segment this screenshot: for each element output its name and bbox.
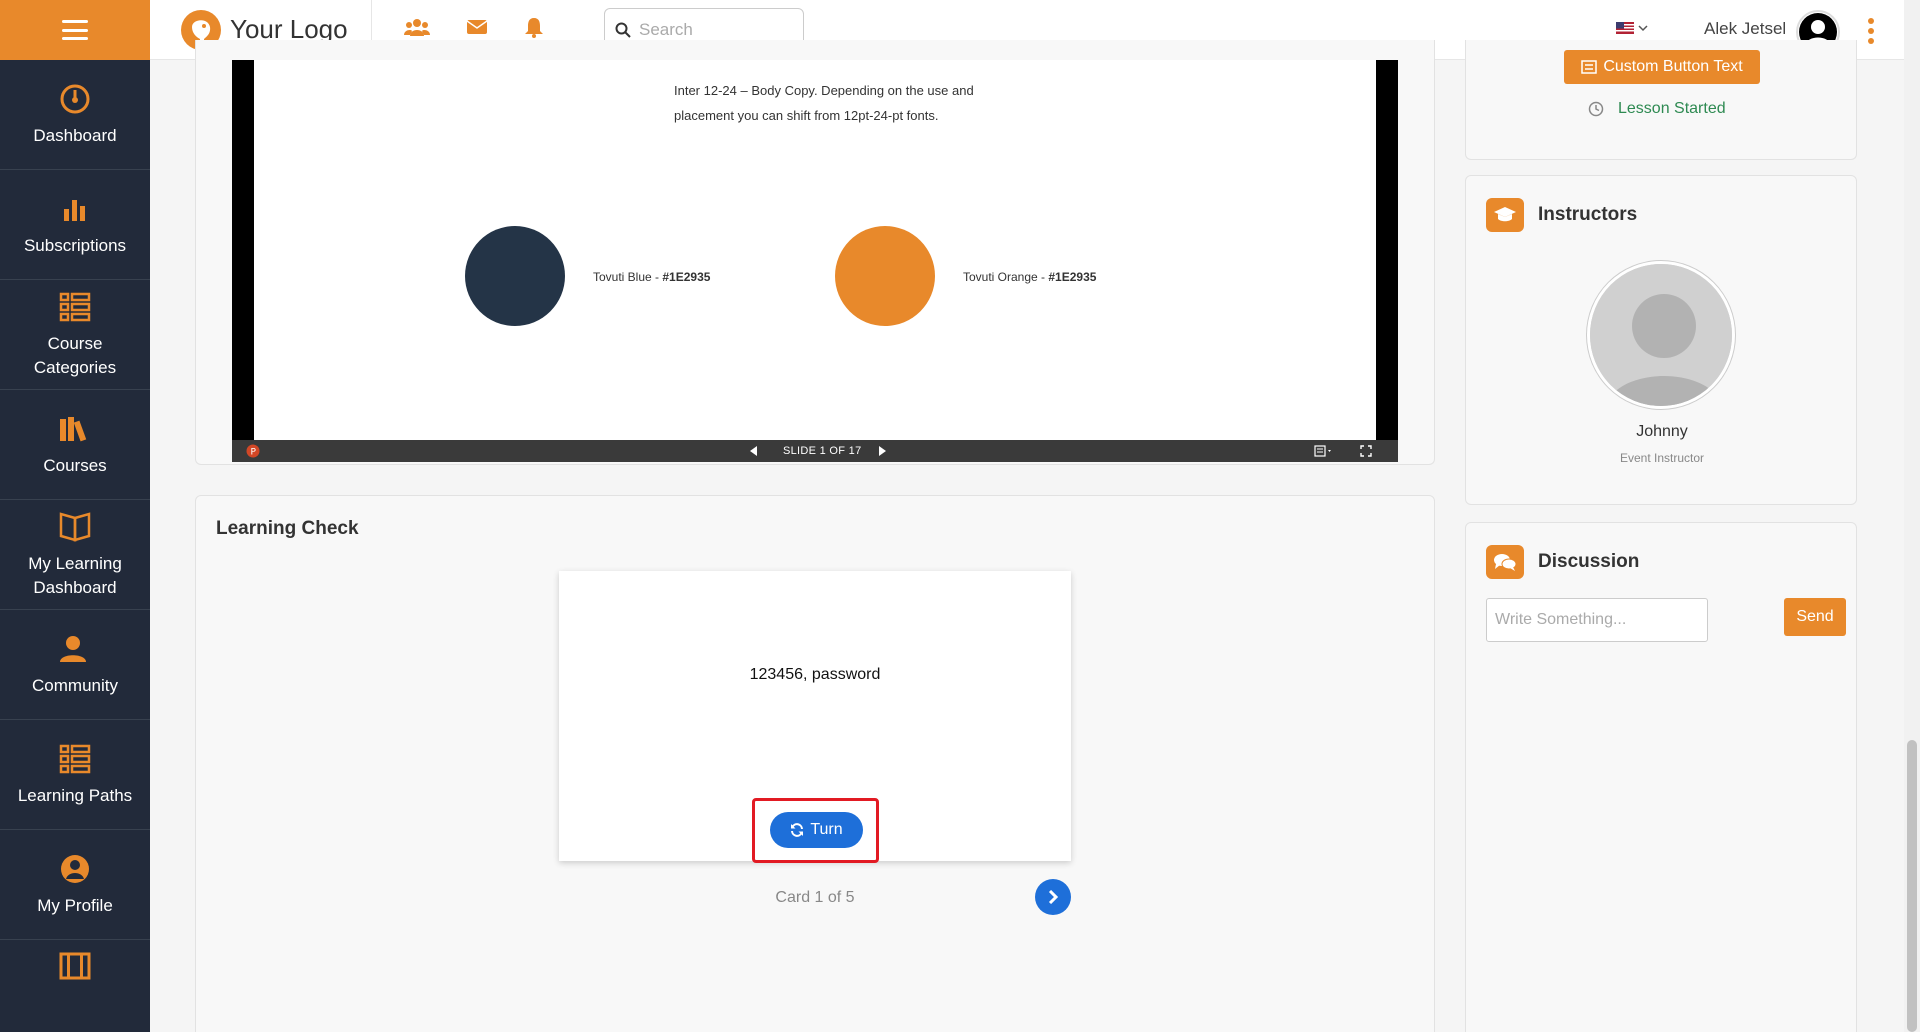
custom-button-label: Custom Button Text: [1603, 58, 1743, 75]
open-book-icon: [58, 510, 92, 544]
instructors-title: Instructors: [1538, 204, 1638, 225]
discussion-title: Discussion: [1538, 551, 1640, 572]
us-flag-icon: [1616, 22, 1634, 34]
send-button[interactable]: Send: [1784, 598, 1846, 636]
swatch-label-blue: Tovuti Blue - #1E2935: [593, 270, 711, 284]
refresh-icon: [791, 823, 804, 837]
sidebar-item-label: My Learning Dashboard: [28, 553, 122, 597]
sidebar-item-label: Dashboard: [33, 125, 117, 145]
menu-toggle-button[interactable]: [0, 0, 150, 60]
envelope-icon[interactable]: [466, 18, 488, 41]
chevron-down-icon: [1638, 25, 1648, 32]
lesson-status-text: Lesson Started: [1618, 100, 1726, 117]
sidebar-item-label: Community: [32, 675, 118, 695]
flashcard[interactable]: 123456, password Turn: [559, 571, 1071, 863]
sidebar-item-community[interactable]: Community: [0, 610, 150, 720]
user-name[interactable]: Alek Jetsel: [1704, 19, 1786, 39]
user-icon: [58, 852, 92, 886]
sidebar-item-courses[interactable]: Courses: [0, 390, 150, 500]
sidebar-item-learning-paths[interactable]: Learning Paths: [0, 720, 150, 830]
notes-menu-icon[interactable]: [1314, 445, 1334, 457]
discussion-panel: Discussion Send: [1465, 522, 1857, 1032]
books-icon: [58, 412, 92, 446]
powerpoint-icon: P: [246, 444, 260, 458]
fullscreen-icon[interactable]: [1360, 445, 1372, 457]
graduation-cap-icon: [1486, 198, 1524, 232]
slide-body-text: Inter 12-24 – Body Copy. Depending on th…: [674, 83, 974, 123]
instructor-name[interactable]: Johnny: [1466, 423, 1858, 441]
sidebar-item-label: Subscriptions: [23, 235, 127, 255]
page-scrollbar[interactable]: [1904, 0, 1920, 1032]
list-icon: [1581, 60, 1598, 74]
search-icon: [615, 22, 631, 38]
turn-button-label: Turn: [810, 821, 843, 838]
next-slide-icon[interactable]: [878, 446, 886, 456]
discussion-input[interactable]: [1486, 598, 1708, 642]
slide-counter: SLIDE 1 OF 17: [783, 445, 862, 457]
scrollbar-thumb[interactable]: [1907, 740, 1917, 1032]
sidebar-item-label: Course Categories: [33, 333, 117, 377]
hamburger-icon: [62, 20, 88, 40]
chevron-right-icon: [1048, 890, 1059, 904]
sidebar-item-my-learning-dashboard[interactable]: My Learning Dashboard: [0, 500, 150, 610]
custom-button[interactable]: Custom Button Text: [1564, 50, 1760, 84]
sidebar-item-label: Courses: [43, 455, 107, 475]
users-icon[interactable]: [404, 17, 430, 42]
chat-bubbles-icon: [1486, 545, 1524, 579]
swatch-orange: [835, 226, 935, 326]
swatch-blue: [465, 226, 565, 326]
sidebar-item-more[interactable]: [0, 940, 150, 980]
lesson-status: Lesson Started: [1588, 100, 1726, 118]
sidebar-item-my-profile[interactable]: My Profile: [0, 830, 150, 940]
learning-check-title: Learning Check: [216, 518, 359, 539]
sidebar-item-subscriptions[interactable]: Subscriptions: [0, 170, 150, 280]
instructor-role: Event Instructor: [1619, 451, 1705, 465]
instructors-panel: Instructors Johnny Event Instructor: [1465, 175, 1857, 505]
sidebar-item-label: My Profile: [37, 895, 113, 915]
presentation-viewer[interactable]: Inter 12-24 – Body Copy. Depending on th…: [232, 60, 1398, 462]
slide-toolbar: P SLIDE 1 OF 17: [232, 440, 1398, 462]
learning-check-panel: Learning Check 123456, password Turn Car…: [195, 495, 1435, 1032]
slide-content: Inter 12-24 – Body Copy. Depending on th…: [254, 60, 1376, 440]
next-card-button[interactable]: [1035, 879, 1071, 915]
sidebar-item-dashboard[interactable]: Dashboard: [0, 60, 150, 170]
kebab-menu-icon[interactable]: [1868, 18, 1874, 44]
turn-button[interactable]: Turn: [770, 812, 863, 848]
list-icon: [58, 290, 92, 324]
list-icon: [58, 742, 92, 776]
search-input[interactable]: [639, 19, 799, 40]
card-counter: Card 1 of 5: [775, 889, 855, 906]
sidebar-item-label: Learning Paths: [17, 785, 133, 805]
film-icon: [58, 952, 92, 980]
bar-chart-icon: [58, 192, 92, 226]
community-icon: [58, 632, 92, 666]
swatch-label-orange: Tovuti Orange - #1E2935: [963, 270, 1097, 284]
sidebar-item-course-categories[interactable]: Course Categories: [0, 280, 150, 390]
flashcard-text: 123456, password: [749, 666, 881, 683]
svg-text:P: P: [251, 448, 257, 458]
previous-slide-icon[interactable]: [750, 446, 758, 456]
presentation-panel: Inter 12-24 – Body Copy. Depending on th…: [195, 40, 1435, 465]
lesson-status-panel: Custom Button Text Lesson Started: [1465, 40, 1857, 160]
language-selector[interactable]: [1616, 22, 1648, 34]
speedometer-icon: [58, 82, 92, 116]
bell-icon[interactable]: [524, 16, 544, 43]
instructor-avatar[interactable]: [1587, 261, 1735, 409]
clock-icon: [1588, 101, 1604, 117]
sidebar: Dashboard Subscriptions Course Categorie…: [0, 0, 150, 1032]
